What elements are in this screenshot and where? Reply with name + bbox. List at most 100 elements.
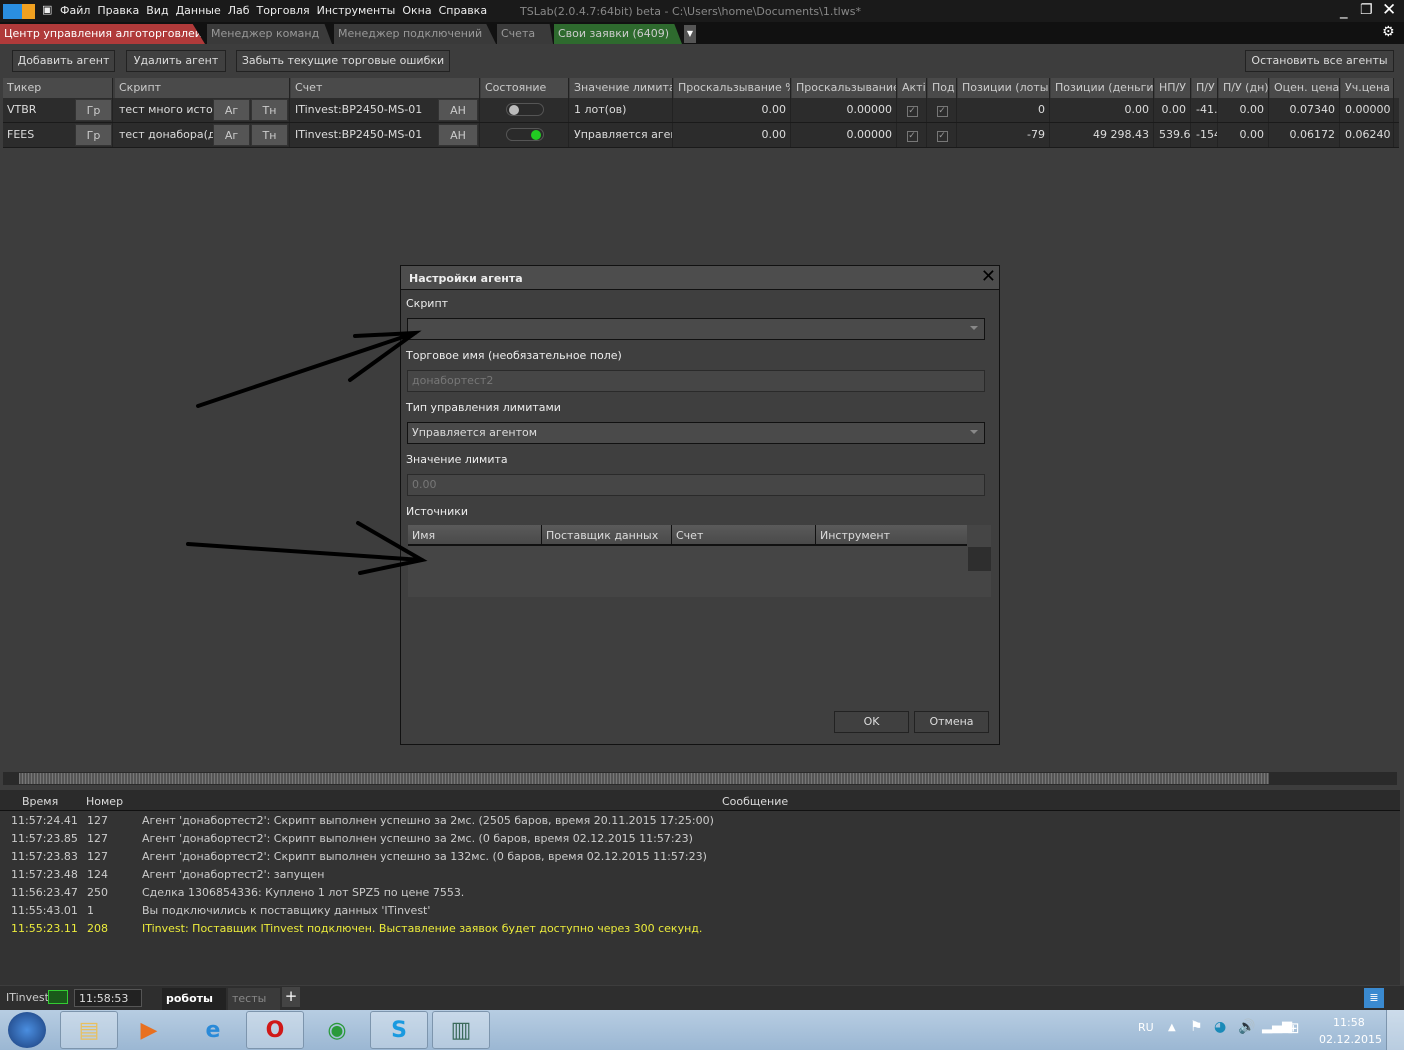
col-time[interactable]: Время bbox=[22, 795, 58, 808]
sources-scrollbar[interactable] bbox=[968, 547, 991, 571]
remove-agent-button[interactable]: Удалить агент bbox=[126, 50, 226, 72]
menu-lab[interactable]: Лаб bbox=[228, 4, 250, 17]
checkbox[interactable]: ✓ bbox=[936, 131, 948, 142]
tabs-dropdown-icon[interactable]: ▼ bbox=[684, 25, 696, 43]
menu-trading[interactable]: Торговля bbox=[257, 4, 310, 17]
col-acc-price[interactable]: Уч.цена bbox=[1341, 78, 1394, 98]
tray-date[interactable]: 02.12.2015 bbox=[1319, 1033, 1382, 1046]
ok-button[interactable]: OK bbox=[834, 711, 909, 733]
settings-button[interactable]: Тн bbox=[251, 99, 288, 121]
maximize-button[interactable]: ❐ bbox=[1360, 2, 1373, 18]
menu-data[interactable]: Данные bbox=[176, 4, 221, 17]
notes-icon[interactable]: ≣ bbox=[1364, 988, 1384, 1008]
menu-help[interactable]: Справка bbox=[439, 4, 487, 17]
add-tab-button[interactable]: + bbox=[282, 987, 300, 1007]
horizontal-scrollbar[interactable] bbox=[3, 772, 1397, 785]
tab-accounts[interactable]: Счета bbox=[497, 24, 553, 44]
tab-own-orders[interactable]: Свои заявки (6409) bbox=[554, 24, 682, 44]
show-desktop-button[interactable] bbox=[1386, 1010, 1404, 1050]
close-button[interactable]: ✕ bbox=[1382, 0, 1396, 20]
col-ticker[interactable]: Тикер bbox=[3, 78, 113, 98]
chart-button[interactable]: Гр bbox=[75, 124, 112, 146]
col-positions-lots[interactable]: Позиции (лоты) bbox=[958, 78, 1050, 98]
tray-app-icon[interactable]: ◕ bbox=[1214, 1019, 1226, 1035]
menu-tools[interactable]: Инструменты bbox=[317, 4, 396, 17]
script-select[interactable] bbox=[407, 318, 985, 340]
checkbox[interactable]: ✓ bbox=[906, 106, 918, 117]
col-est-price[interactable]: Оцен. цена bbox=[1270, 78, 1340, 98]
app-logo-icon bbox=[3, 4, 35, 19]
trade-name-label: Торговое имя (необязательное поле) bbox=[406, 349, 622, 362]
tray-clock[interactable]: 11:58 bbox=[1333, 1016, 1365, 1029]
minimize-button[interactable]: _ bbox=[1340, 1, 1348, 19]
col-slippage[interactable]: Проскальзывание bbox=[792, 78, 897, 98]
gear-icon[interactable]: ⚙ bbox=[1382, 24, 1395, 40]
col-limit[interactable]: Значение лимита bbox=[570, 78, 673, 98]
scrollbar-thumb[interactable] bbox=[19, 773, 1269, 784]
tslab-window-icon[interactable]: ▥ bbox=[432, 1011, 490, 1049]
log-msg: Агент 'донабортест2': Скрипт выполнен ус… bbox=[142, 814, 714, 827]
col-positions-money[interactable]: Позиции (деньги) bbox=[1051, 78, 1154, 98]
limit-type-select[interactable]: Управляется агентом bbox=[407, 422, 985, 444]
explorer-icon[interactable]: ▤ bbox=[60, 1011, 118, 1049]
tab-tests[interactable]: тесты bbox=[228, 988, 280, 1010]
tray-expand-icon[interactable]: ▲ bbox=[1168, 1022, 1176, 1033]
menu-edit[interactable]: Правка bbox=[97, 4, 139, 17]
log-time: 11:57:23.83 bbox=[11, 850, 78, 863]
analysis-button[interactable]: АН bbox=[438, 99, 478, 121]
forget-errors-button[interactable]: Забыть текущие торговые ошибки bbox=[236, 50, 450, 72]
col-account[interactable]: Счет bbox=[672, 525, 816, 546]
skype-icon[interactable]: S bbox=[370, 1011, 428, 1049]
col-pu-day[interactable]: П/У (дн) bbox=[1219, 78, 1269, 98]
agent-button[interactable]: Аг bbox=[213, 124, 250, 146]
menu-view[interactable]: Вид bbox=[146, 4, 168, 17]
col-sub[interactable]: Под bbox=[928, 78, 957, 98]
checkbox[interactable]: ✓ bbox=[906, 131, 918, 142]
tab-command-manager[interactable]: Менеджер команд bbox=[207, 24, 332, 44]
col-state[interactable]: Состояние bbox=[481, 78, 569, 98]
volume-icon[interactable]: 🔊 bbox=[1238, 1019, 1255, 1035]
col-script[interactable]: Скрипт bbox=[115, 78, 290, 98]
col-name[interactable]: Имя bbox=[408, 525, 542, 546]
script-label: Скрипт bbox=[406, 297, 449, 310]
col-npu[interactable]: НП/У bbox=[1155, 78, 1191, 98]
trade-name-input[interactable]: донабортест2 bbox=[407, 370, 985, 392]
language-indicator[interactable]: RU bbox=[1138, 1021, 1154, 1034]
agent-button[interactable]: Аг bbox=[213, 99, 250, 121]
state-toggle[interactable] bbox=[505, 128, 544, 141]
stop-all-agents-button[interactable]: Остановить все агенты bbox=[1245, 50, 1394, 72]
col-active[interactable]: Акті bbox=[898, 78, 927, 98]
col-number[interactable]: Номер bbox=[86, 795, 123, 808]
internet-explorer-icon[interactable]: e bbox=[184, 1011, 242, 1049]
log-time: 11:55:43.01 bbox=[11, 904, 78, 917]
col-instrument[interactable]: Инструмент bbox=[816, 525, 967, 546]
tab-connection-manager[interactable]: Менеджер подключений bbox=[334, 24, 496, 44]
windows-tray-icon[interactable]: ⊞ bbox=[1287, 1019, 1300, 1037]
table-row[interactable]: FEES тест донабора(до ITinvest:BP2450-MS-0… bbox=[3, 123, 1399, 148]
start-button[interactable] bbox=[8, 1012, 46, 1048]
opera-icon[interactable]: O bbox=[246, 1011, 304, 1049]
save-icon[interactable]: ▣ bbox=[42, 3, 52, 16]
flag-icon[interactable]: ⚑ bbox=[1190, 1019, 1203, 1035]
dialog-close-button[interactable]: ✕ bbox=[981, 266, 996, 287]
col-provider[interactable]: Поставщик данных bbox=[542, 525, 672, 546]
analysis-button[interactable]: АН bbox=[438, 124, 478, 146]
tab-robots[interactable]: роботы bbox=[162, 988, 226, 1010]
col-pu[interactable]: П/У bbox=[1192, 78, 1218, 98]
add-agent-button[interactable]: Добавить агент bbox=[12, 50, 115, 72]
col-slippage-pct[interactable]: Проскальзывание % bbox=[674, 78, 791, 98]
tab-algo-center[interactable]: Центр управления алготорговлей bbox=[0, 24, 205, 44]
settings-button[interactable]: Тн bbox=[251, 124, 288, 146]
state-toggle[interactable] bbox=[505, 103, 544, 116]
menu-file[interactable]: Файл bbox=[60, 4, 90, 17]
media-player-icon[interactable]: ▶ bbox=[120, 1011, 178, 1049]
table-row[interactable]: VTBR тест много источ ITinvest:BP2450-MS-0… bbox=[3, 98, 1399, 123]
col-account[interactable]: Счет bbox=[291, 78, 480, 98]
menu-windows[interactable]: Окна bbox=[402, 4, 431, 17]
chrome-icon[interactable]: ◉ bbox=[308, 1011, 366, 1049]
chart-button[interactable]: Гр bbox=[75, 99, 112, 121]
col-message[interactable]: Сообщение bbox=[722, 795, 788, 808]
checkbox[interactable]: ✓ bbox=[936, 106, 948, 117]
limit-value-input[interactable]: 0.00 bbox=[407, 474, 985, 496]
cancel-button[interactable]: Отмена bbox=[914, 711, 989, 733]
